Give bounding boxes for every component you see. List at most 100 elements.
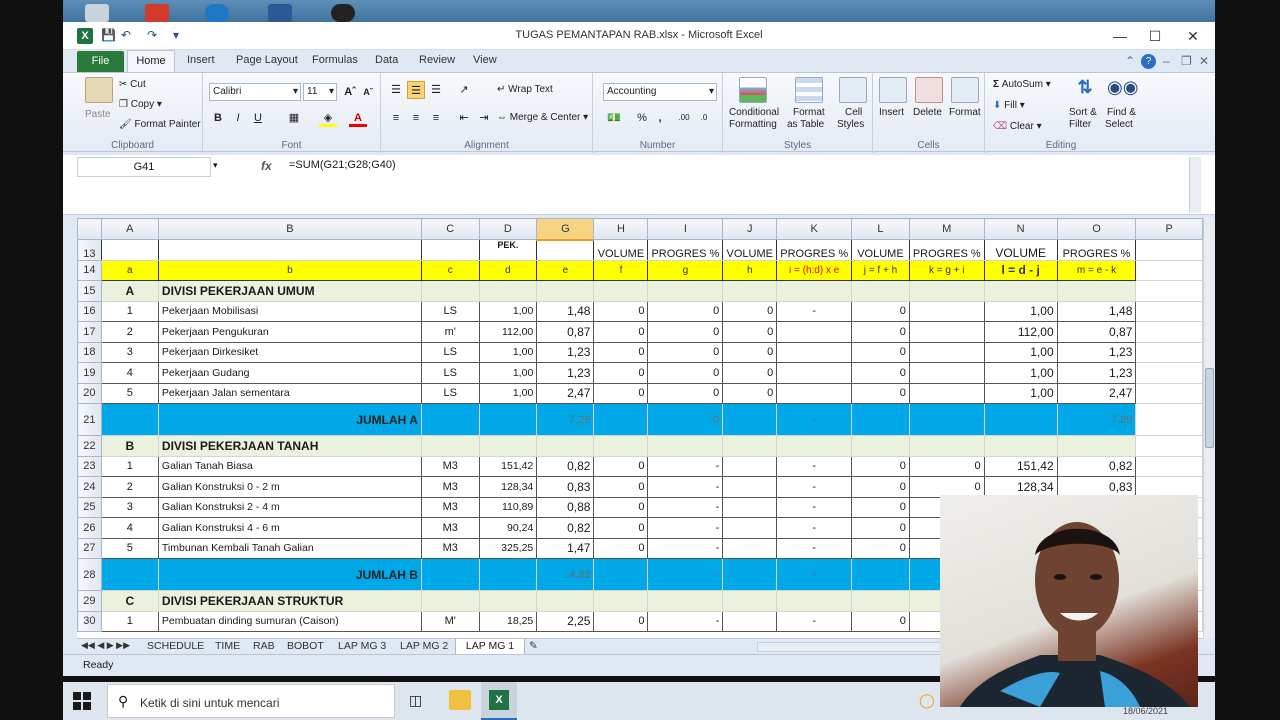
cell[interactable]: Pekerjaan Mobilisasi	[157, 300, 422, 322]
tray-icon[interactable]: ◯	[919, 692, 935, 709]
cell[interactable]: Pekerjaan Jalan sementara	[157, 382, 422, 404]
cell[interactable]: 0	[647, 341, 724, 363]
cell[interactable]: PEK.	[478, 239, 538, 261]
cell[interactable]: 0	[647, 362, 724, 384]
italic-icon[interactable]: I	[229, 109, 247, 127]
cell[interactable]	[1135, 382, 1203, 404]
align-top-icon[interactable]: ☰	[387, 81, 405, 99]
column-header-selected[interactable]: G	[536, 218, 595, 241]
cell[interactable]: 5	[100, 382, 159, 404]
column-header[interactable]: C	[420, 218, 480, 240]
column-header[interactable]: M	[908, 218, 985, 240]
cell[interactable]: 7,29	[536, 403, 595, 436]
cell[interactable]: 0	[851, 341, 910, 363]
cell[interactable]	[1135, 280, 1203, 302]
cell[interactable]	[647, 590, 724, 612]
find-select-button[interactable]: Find &	[1107, 107, 1136, 118]
cell[interactable]	[722, 517, 778, 539]
cell[interactable]	[1056, 435, 1137, 457]
row-header[interactable]: 28	[77, 558, 102, 591]
sheet-nav-icon[interactable]: ◀◀ ◀ ▶ ▶▶	[81, 640, 130, 651]
cell[interactable]: B	[100, 435, 159, 457]
cell[interactable]	[851, 435, 910, 457]
cell[interactable]: 0	[851, 610, 910, 632]
tab-review[interactable]: Review	[419, 54, 455, 66]
cell[interactable]	[593, 403, 649, 436]
cell[interactable]: A	[100, 280, 159, 302]
cell[interactable]: -	[647, 455, 724, 477]
cell[interactable]: 1	[100, 610, 159, 632]
row-header[interactable]: 25	[77, 496, 102, 518]
cell[interactable]: PROGRES %	[776, 239, 853, 261]
format-cells-icon[interactable]	[951, 77, 979, 103]
cell[interactable]: 0	[647, 382, 724, 404]
merge-center-button[interactable]: ⇔ Merge & Center ▾	[497, 112, 588, 123]
align-middle-icon[interactable]: ☰	[407, 81, 425, 99]
cell[interactable]: 0,87	[536, 321, 595, 343]
cell[interactable]: Galian Konstruksi 0 - 2 m	[157, 476, 422, 498]
cell[interactable]: VOLUME	[722, 239, 778, 261]
desktop-icon[interactable]	[85, 4, 109, 22]
cell[interactable]: Pembuatan dinding sumuran (Caison)	[157, 610, 422, 632]
cell[interactable]: 0	[851, 537, 910, 559]
cell[interactable]	[593, 558, 649, 591]
column-header[interactable]: B	[157, 218, 422, 240]
cell[interactable]: 128,34	[983, 476, 1058, 498]
column-header[interactable]: H	[593, 218, 649, 240]
word-icon[interactable]	[268, 4, 292, 22]
clear-button[interactable]: ⌫ Clear ▾	[993, 121, 1042, 132]
cell[interactable]: M3	[420, 517, 480, 539]
cell[interactable]: 112,00	[478, 321, 538, 343]
cell[interactable]	[536, 280, 595, 302]
row-header[interactable]: 14	[77, 259, 102, 281]
cell[interactable]: 0	[593, 362, 649, 384]
cell[interactable]: 0,83	[1056, 476, 1137, 498]
cell[interactable]: 2,47	[536, 382, 595, 404]
cell[interactable]: 0	[647, 321, 724, 343]
cell[interactable]	[420, 435, 480, 457]
cell[interactable]: 0	[908, 455, 985, 477]
cell[interactable]: 0	[722, 341, 778, 363]
cell[interactable]: 325,25	[478, 537, 538, 559]
cell[interactable]	[420, 558, 480, 591]
font-name-select[interactable]: Calibri ▾	[209, 83, 301, 101]
cell[interactable]: PROGRES %	[908, 239, 985, 261]
cell[interactable]	[536, 435, 595, 457]
tab-formulas[interactable]: Formulas	[312, 54, 358, 66]
cell[interactable]: 0	[851, 362, 910, 384]
cell[interactable]: PROGRES %	[1056, 239, 1137, 261]
row-header[interactable]: 16	[77, 300, 102, 322]
column-header[interactable]: D	[478, 218, 538, 240]
cell[interactable]: 1,48	[536, 300, 595, 322]
cell[interactable]: 0	[593, 321, 649, 343]
cell[interactable]: DIVISI PEKERJAAN STRUKTUR	[157, 590, 422, 612]
cell[interactable]: 2,47	[1056, 382, 1137, 404]
cell[interactable]: 1	[100, 455, 159, 477]
minimize-button[interactable]: —	[1105, 26, 1135, 46]
cell[interactable]: M3	[420, 537, 480, 559]
cell[interactable]	[722, 558, 778, 591]
column-header[interactable]: A	[100, 218, 159, 240]
delete-button[interactable]: Delete	[913, 107, 942, 118]
cell[interactable]: 1,00	[478, 382, 538, 404]
cell[interactable]	[722, 403, 778, 436]
cell[interactable]: 0	[851, 300, 910, 322]
column-header[interactable]: K	[776, 218, 853, 240]
cell[interactable]: m = e - k	[1056, 259, 1137, 281]
cell[interactable]: -	[647, 517, 724, 539]
cell[interactable]: 4	[100, 517, 159, 539]
cell[interactable]: 1,00	[478, 300, 538, 322]
cell[interactable]: Galian Tanah Biasa	[157, 455, 422, 477]
wrap-text-button[interactable]: ↵ Wrap Text	[497, 84, 553, 95]
cell[interactable]: DIVISI PEKERJAAN TANAH	[157, 435, 422, 457]
cell[interactable]	[100, 558, 159, 591]
align-left-icon[interactable]: ≡	[387, 109, 405, 127]
cell[interactable]: 1,00	[478, 341, 538, 363]
cell[interactable]	[722, 496, 778, 518]
vertical-scrollbar[interactable]	[1203, 218, 1215, 638]
shrink-font-icon[interactable]: Aˇ	[359, 83, 377, 101]
cell[interactable]: 0	[593, 517, 649, 539]
cell[interactable]: Pekerjaan Dirkesiket	[157, 341, 422, 363]
cell[interactable]	[1135, 259, 1203, 281]
cell[interactable]	[908, 362, 985, 384]
